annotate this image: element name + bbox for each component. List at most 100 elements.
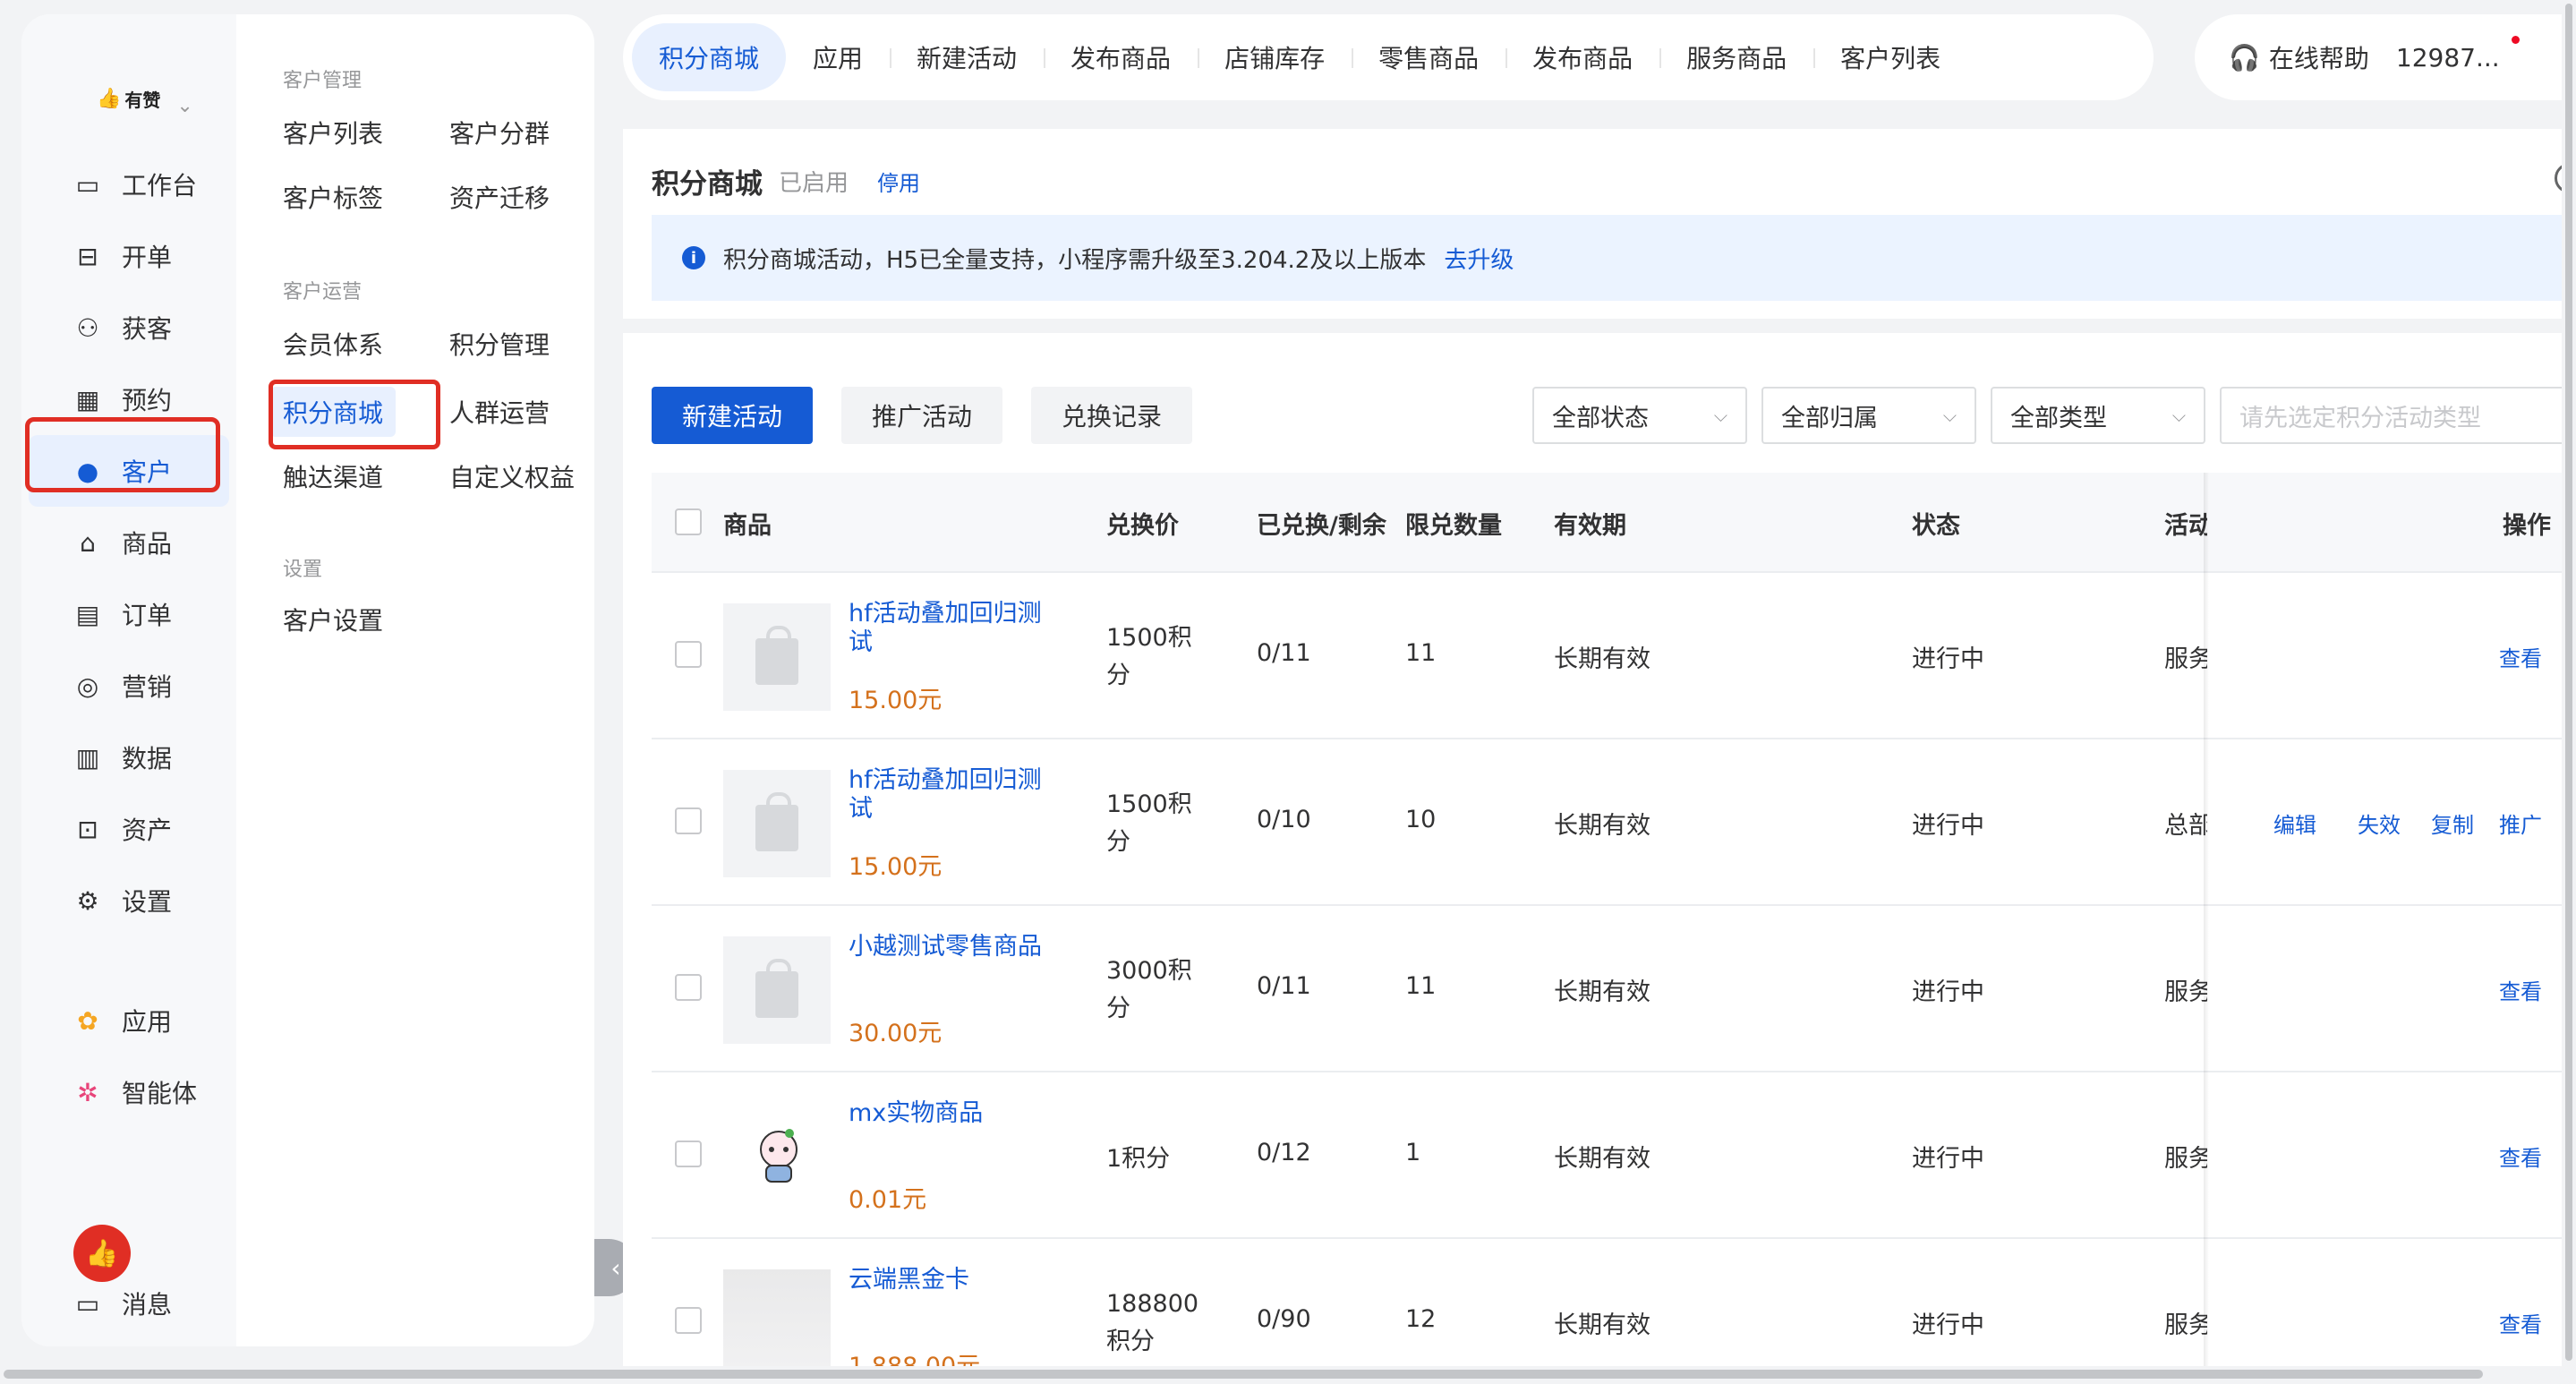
vertical-scrollbar[interactable] bbox=[2562, 0, 2576, 1366]
user-account-menu[interactable]: 12987... bbox=[2396, 35, 2520, 73]
agent-icon: ✲ bbox=[77, 1077, 98, 1107]
row-checkbox[interactable] bbox=[675, 641, 702, 668]
row-checkbox[interactable] bbox=[675, 974, 702, 1001]
disable-link[interactable]: 停用 bbox=[877, 166, 920, 197]
scroll-thumb[interactable] bbox=[4, 1370, 2483, 1379]
mascot-icon bbox=[760, 1129, 798, 1183]
sec-item-asset-migration[interactable]: 资产迁移 bbox=[437, 172, 562, 222]
chevron-down-icon: ⌵ bbox=[1713, 405, 1727, 426]
tab-store-inventory[interactable]: 店铺库存 bbox=[1198, 23, 1352, 91]
sec-item-customer-list[interactable]: 客户列表 bbox=[270, 107, 396, 158]
fixed-column-shadow bbox=[2204, 473, 2209, 1371]
view-link[interactable]: 查看 bbox=[2499, 641, 2542, 672]
view-link[interactable]: 查看 bbox=[2499, 974, 2542, 1005]
upgrade-link[interactable]: 去升级 bbox=[1444, 242, 1514, 275]
users-icon: ⚇ bbox=[76, 312, 99, 343]
view-link[interactable]: 查看 bbox=[2499, 1141, 2542, 1172]
activity-owner: 服务 bbox=[2164, 1145, 2207, 1173]
invalidate-link[interactable]: 失效 bbox=[2358, 807, 2401, 839]
tab-points-mall[interactable]: 积分商城 bbox=[632, 23, 787, 91]
edit-link[interactable]: 编辑 bbox=[2273, 807, 2316, 839]
horizontal-scrollbar[interactable] bbox=[0, 1366, 2576, 1384]
sec-item-membership[interactable]: 会员体系 bbox=[270, 319, 396, 369]
table-header: 商品 兑换价 已兑换/剩余 限兑数量 有效期 状态 活动 操作 bbox=[652, 473, 2576, 573]
sec-item-customer-tags[interactable]: 客户标签 bbox=[270, 172, 396, 222]
toolbar: 新建活动 推广活动 兑换记录 bbox=[652, 387, 1193, 444]
nav-item-settings[interactable]: ⚙ 设置 bbox=[29, 865, 229, 936]
tab-customer-list[interactable]: 客户列表 bbox=[1813, 23, 1967, 91]
nav-item-data[interactable]: ▥ 数据 bbox=[29, 722, 229, 793]
nav-item-agent[interactable]: ✲ 智能体 bbox=[29, 1056, 229, 1128]
tab-new-activity[interactable]: 新建活动 bbox=[890, 23, 1044, 91]
new-activity-button[interactable]: 新建活动 bbox=[652, 387, 814, 444]
calendar-icon: ▦ bbox=[75, 384, 100, 414]
tab-publish-goods[interactable]: 发布商品 bbox=[1044, 23, 1198, 91]
points-price: 1500积分 bbox=[1106, 624, 1192, 689]
nav-item-goods[interactable]: ⌂ 商品 bbox=[29, 507, 229, 578]
chevron-down-icon: ⌵ bbox=[1942, 405, 1957, 426]
table-row: 小越测试零售商品 30.00元 3000积分 0/11 11 长期有效 进行中 … bbox=[652, 906, 2576, 1072]
activity-owner: 服务 bbox=[2164, 1311, 2207, 1339]
cashier-icon: ⊟ bbox=[77, 241, 98, 271]
nav-item-assets[interactable]: ⊡ 资产 bbox=[29, 793, 229, 865]
copy-link[interactable]: 复制 bbox=[2431, 807, 2474, 839]
bag-icon bbox=[755, 792, 798, 851]
limit-quantity: 12 bbox=[1405, 1305, 1437, 1333]
activity-type-select[interactable]: 请先选定积分活动类型 bbox=[2220, 387, 2576, 444]
sec-item-points-mall[interactable]: 积分商城 bbox=[270, 387, 397, 437]
sec-item-crowd-ops[interactable]: 人群运营 bbox=[437, 387, 562, 437]
points-price: 1积分 bbox=[1106, 1145, 1171, 1173]
points-price: 188800积分 bbox=[1106, 1290, 1199, 1355]
row-checkbox[interactable] bbox=[675, 1307, 702, 1334]
tab-publish-goods-2[interactable]: 发布商品 bbox=[1506, 23, 1659, 91]
asset-icon: ⊡ bbox=[77, 814, 98, 844]
tab-service-goods[interactable]: 服务商品 bbox=[1659, 23, 1813, 91]
shop-switcher[interactable]: 👍 有赞 ⌄ bbox=[97, 70, 193, 127]
select-all-checkbox[interactable] bbox=[675, 508, 702, 535]
product-name-link[interactable]: 小越测试零售商品 bbox=[849, 933, 1045, 961]
col-ops: 操作 bbox=[2503, 511, 2551, 540]
row-checkbox[interactable] bbox=[675, 1141, 702, 1167]
nav-item-marketing[interactable]: ◎ 营销 bbox=[29, 650, 229, 722]
tab-retail-goods[interactable]: 零售商品 bbox=[1352, 23, 1506, 91]
points-price: 1500积分 bbox=[1106, 790, 1192, 856]
product-thumbnail bbox=[723, 770, 831, 877]
limit-quantity: 1 bbox=[1405, 1139, 1421, 1166]
owner-select[interactable]: 全部归属 ⌵ bbox=[1761, 387, 1976, 444]
col-limit: 限兑数量 bbox=[1405, 511, 1502, 540]
nav-item-acquire[interactable]: ⚇ 获客 bbox=[29, 292, 229, 363]
promote-link[interactable]: 推广 bbox=[2499, 807, 2542, 839]
sec-item-customer-settings[interactable]: 客户设置 bbox=[270, 594, 396, 645]
product-name-link[interactable]: mx实物商品 bbox=[849, 1099, 1045, 1128]
nav-item-workbench[interactable]: ▭ 工作台 bbox=[29, 149, 229, 220]
nav-item-apps[interactable]: ✿ 应用 bbox=[29, 985, 229, 1056]
bag-icon bbox=[755, 626, 798, 685]
online-help-link[interactable]: 🎧 在线帮助 bbox=[2229, 39, 2369, 75]
page-title-row: 积分商城 已启用 停用 bbox=[652, 161, 920, 201]
nav-item-customer[interactable]: ● 客户 bbox=[29, 435, 229, 507]
primary-nav: 👍 有赞 ⌄ ▭ 工作台 ⊟ 开单 ⚇ 获客 ▦ 预约 ● 客户 ⌂ 商品 ▤ … bbox=[21, 14, 236, 1346]
promote-activity-button[interactable]: 推广活动 bbox=[841, 387, 1003, 444]
type-select[interactable]: 全部类型 ⌵ bbox=[1991, 387, 2205, 444]
row-checkbox[interactable] bbox=[675, 807, 702, 834]
sec-item-reach-channels[interactable]: 触达渠道 bbox=[270, 451, 396, 501]
status-select[interactable]: 全部状态 ⌵ bbox=[1532, 387, 1747, 444]
sec-item-points-management[interactable]: 积分管理 bbox=[437, 319, 562, 369]
nav-item-billing[interactable]: ⊟ 开单 bbox=[29, 220, 229, 292]
sec-item-custom-benefits[interactable]: 自定义权益 bbox=[437, 451, 587, 501]
nav-item-messages[interactable]: ▭ 消息 bbox=[29, 1268, 229, 1339]
status-text: 进行中 bbox=[1912, 645, 1984, 673]
view-link[interactable]: 查看 bbox=[2499, 1307, 2542, 1338]
exchange-records-button[interactable]: 兑换记录 bbox=[1031, 387, 1193, 444]
nav-item-orders[interactable]: ▤ 订单 bbox=[29, 578, 229, 650]
col-product: 商品 bbox=[723, 511, 772, 540]
nav-item-booking[interactable]: ▦ 预约 bbox=[29, 363, 229, 435]
tab-bar: 积分商城 应用 新建活动 发布商品 店铺库存 零售商品 发布商品 服务商品 客户… bbox=[623, 14, 2154, 100]
sec-item-customer-segments[interactable]: 客户分群 bbox=[437, 107, 562, 158]
scroll-thumb[interactable] bbox=[2565, 4, 2572, 1361]
product-name-link[interactable]: 云端黑金卡 bbox=[849, 1266, 1045, 1294]
product-name-link[interactable]: hf活动叠加回归测试 bbox=[849, 766, 1045, 824]
headset-icon: 🎧 bbox=[2229, 42, 2260, 73]
product-name-link[interactable]: hf活动叠加回归测试 bbox=[849, 600, 1045, 657]
tab-apps[interactable]: 应用 bbox=[786, 23, 890, 91]
